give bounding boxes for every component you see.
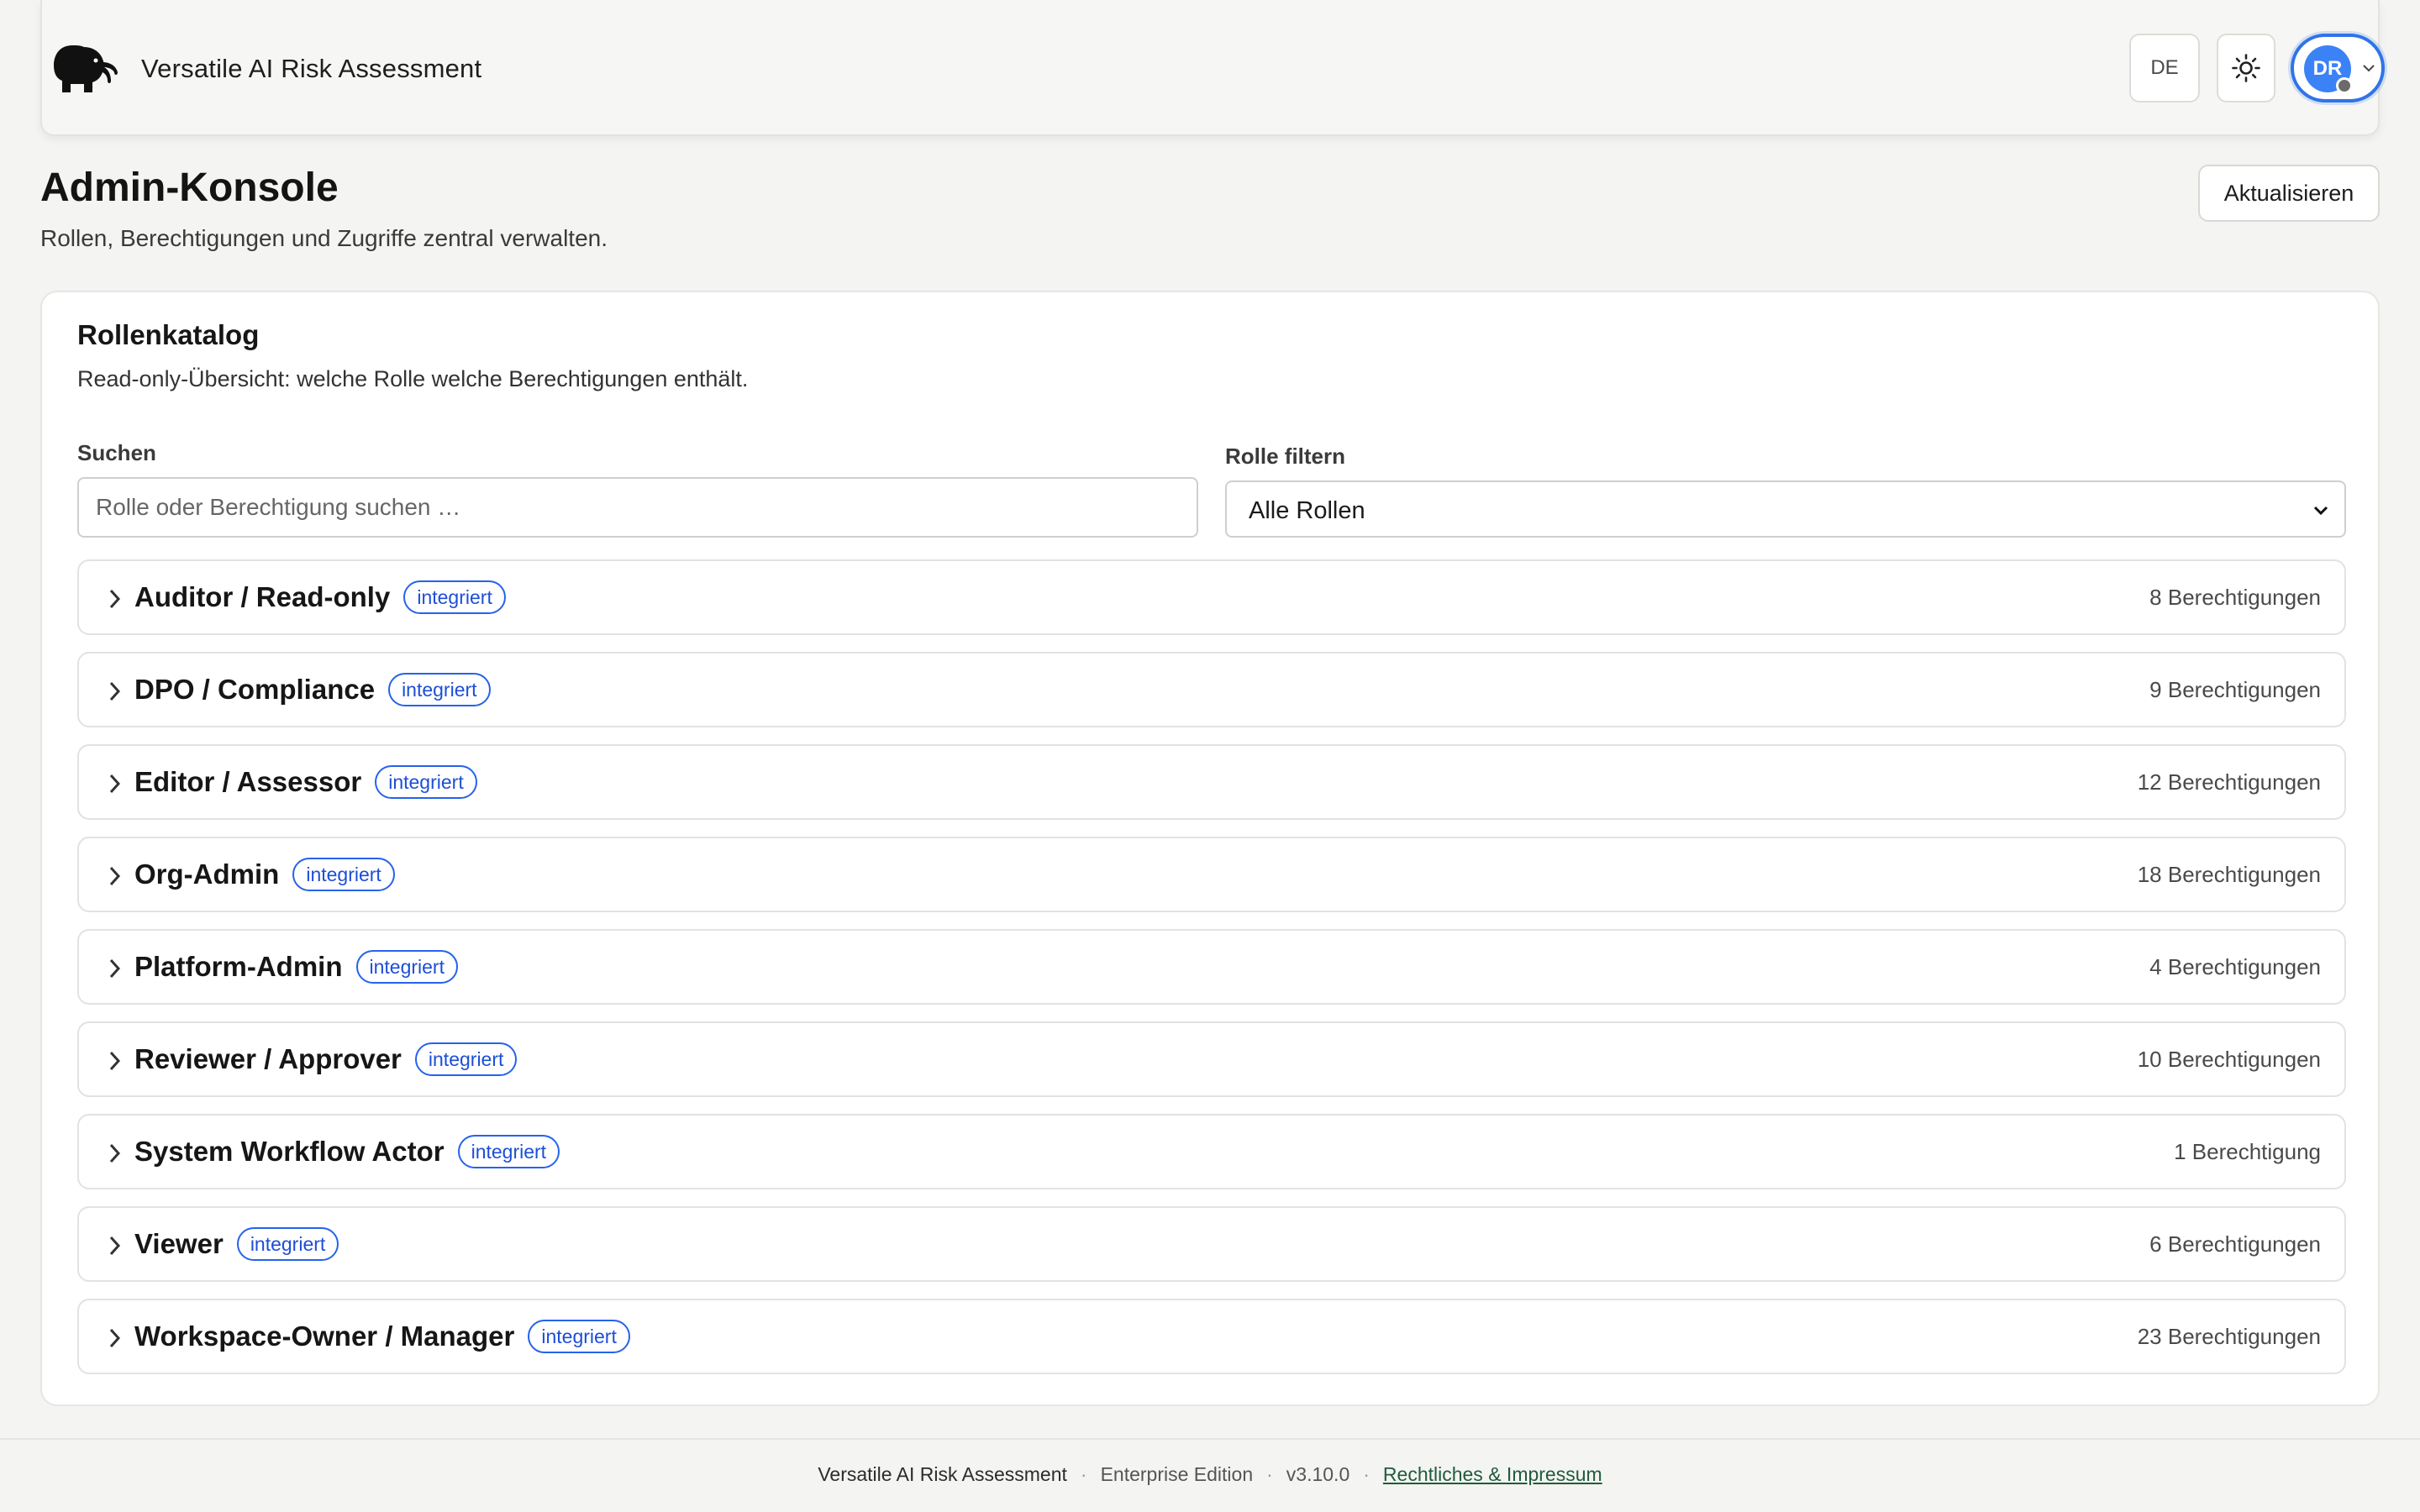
presence-status-dot bbox=[2336, 77, 2353, 94]
builtin-badge: integriert bbox=[292, 858, 395, 891]
permission-count: 12 Berechtigungen bbox=[2137, 769, 2321, 795]
chevron-down-icon bbox=[2363, 65, 2375, 72]
footer-separator: · bbox=[1266, 1463, 1273, 1485]
role-row-viewer[interactable]: Viewer integriert 6 Berechtigungen bbox=[77, 1206, 2346, 1282]
chevron-right-icon bbox=[109, 1328, 121, 1348]
chevron-right-icon bbox=[109, 1051, 121, 1071]
permission-count: 4 Berechtigungen bbox=[2149, 954, 2321, 979]
footer-edition: Enterprise Edition bbox=[1100, 1463, 1254, 1485]
builtin-badge: integriert bbox=[236, 1227, 339, 1261]
role-filter-label: Rolle filtern bbox=[1225, 444, 1346, 469]
page-subtitle: Rollen, Berechtigungen und Zugriffe zent… bbox=[40, 225, 608, 251]
chevron-right-icon bbox=[109, 866, 121, 886]
footer-separator: · bbox=[1363, 1463, 1370, 1485]
card-title: Rollenkatalog bbox=[77, 319, 260, 350]
role-name: Auditor / Read-only bbox=[134, 581, 391, 612]
chevron-right-icon bbox=[109, 589, 121, 609]
refresh-button[interactable]: Aktualisieren bbox=[2198, 165, 2380, 222]
permission-count: 18 Berechtigungen bbox=[2137, 862, 2321, 887]
permission-count: 1 Berechtigung bbox=[2174, 1139, 2321, 1164]
search-input[interactable] bbox=[77, 477, 1198, 538]
footer-version: v3.10.0 bbox=[1286, 1463, 1350, 1485]
footer-separator: · bbox=[1080, 1463, 1087, 1485]
permission-count: 10 Berechtigungen bbox=[2137, 1047, 2321, 1072]
card-subtitle: Read-only-Übersicht: welche Rolle welche… bbox=[77, 366, 749, 391]
app-header: Versatile AI Risk Assessment DE DR bbox=[40, 0, 2385, 136]
chevron-right-icon bbox=[109, 1143, 121, 1163]
role-name: Platform-Admin bbox=[134, 951, 343, 982]
chevron-right-icon bbox=[109, 774, 121, 794]
builtin-badge: integriert bbox=[388, 673, 491, 706]
theme-toggle-button[interactable] bbox=[2217, 34, 2275, 102]
footer: Versatile AI Risk Assessment · Enterpris… bbox=[0, 1463, 2420, 1486]
role-name: Viewer bbox=[134, 1228, 224, 1259]
role-row-editor[interactable]: Editor / Assessor integriert 12 Berechti… bbox=[77, 744, 2346, 820]
permission-count: 8 Berechtigungen bbox=[2149, 585, 2321, 610]
role-name: Org-Admin bbox=[134, 858, 280, 890]
role-name: DPO / Compliance bbox=[134, 674, 376, 705]
role-row-auditor[interactable]: Auditor / Read-only integriert 8 Berecht… bbox=[77, 559, 2346, 635]
legal-link[interactable]: Rechtliches & Impressum bbox=[1383, 1463, 1602, 1486]
search-label: Suchen bbox=[77, 440, 156, 465]
role-name: System Workflow Actor bbox=[134, 1136, 445, 1167]
chevron-right-icon bbox=[109, 681, 121, 701]
role-filter-value: Alle Rollen bbox=[1249, 497, 1365, 524]
chevron-right-icon bbox=[109, 1236, 121, 1256]
role-filter-select[interactable]: Alle Rollen bbox=[1225, 480, 2346, 538]
builtin-badge: integriert bbox=[414, 1042, 518, 1076]
role-name: Workspace-Owner / Manager bbox=[134, 1320, 515, 1352]
sun-icon bbox=[2232, 54, 2260, 82]
chevron-right-icon bbox=[109, 958, 121, 979]
role-name: Editor / Assessor bbox=[134, 766, 362, 797]
role-catalog-card: Rollenkatalog Read-only-Übersicht: welch… bbox=[40, 291, 2380, 1406]
chevron-down-icon bbox=[2313, 506, 2328, 516]
footer-divider bbox=[0, 1438, 2420, 1440]
role-row-system-workflow-actor[interactable]: System Workflow Actor integriert 1 Berec… bbox=[77, 1114, 2346, 1189]
role-row-dpo[interactable]: DPO / Compliance integriert 9 Berechtigu… bbox=[77, 652, 2346, 727]
footer-product: Versatile AI Risk Assessment bbox=[818, 1463, 1067, 1485]
builtin-badge: integriert bbox=[403, 580, 506, 614]
builtin-badge: integriert bbox=[457, 1135, 560, 1168]
user-menu-button[interactable]: DR bbox=[2291, 34, 2385, 102]
role-name: Reviewer / Approver bbox=[134, 1043, 402, 1074]
builtin-badge: integriert bbox=[355, 950, 458, 984]
permission-count: 23 Berechtigungen bbox=[2137, 1324, 2321, 1349]
role-row-workspace-owner[interactable]: Workspace-Owner / Manager integriert 23 … bbox=[77, 1299, 2346, 1374]
page-title: Admin-Konsole bbox=[40, 165, 339, 210]
builtin-badge: integriert bbox=[375, 765, 477, 799]
app-title: Versatile AI Risk Assessment bbox=[141, 54, 482, 83]
role-row-org-admin[interactable]: Org-Admin integriert 18 Berechtigungen bbox=[77, 837, 2346, 912]
elephant-logo-icon bbox=[54, 45, 118, 92]
language-switch-button[interactable]: DE bbox=[2129, 34, 2200, 102]
role-row-platform-admin[interactable]: Platform-Admin integriert 4 Berechtigung… bbox=[77, 929, 2346, 1005]
permission-count: 6 Berechtigungen bbox=[2149, 1231, 2321, 1257]
role-row-reviewer[interactable]: Reviewer / Approver integriert 10 Berech… bbox=[77, 1021, 2346, 1097]
permission-count: 9 Berechtigungen bbox=[2149, 677, 2321, 702]
builtin-badge: integriert bbox=[528, 1320, 630, 1353]
